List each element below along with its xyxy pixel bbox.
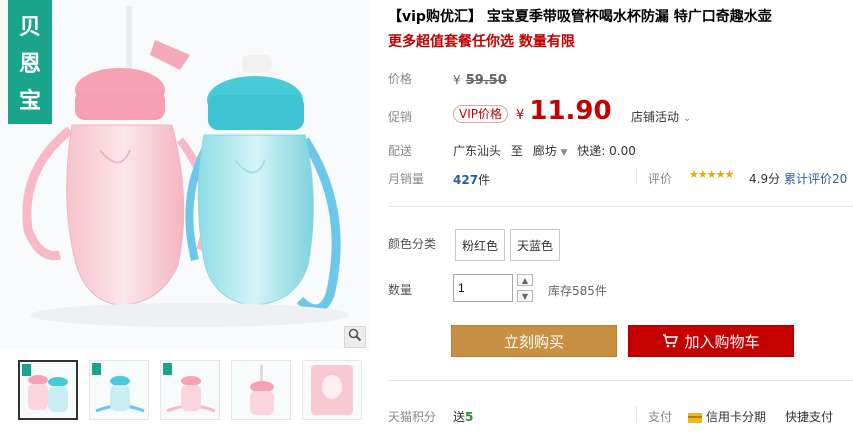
monthly-sales-count: 427 [453, 173, 479, 187]
quantity-input[interactable] [453, 274, 513, 302]
brand-char-2: 恩 [18, 51, 41, 77]
color-option-blue[interactable]: 天蓝色 [510, 229, 561, 261]
brand-char-3: 宝 [18, 89, 41, 115]
shipping-info: 广东汕头 至 廊坊 ▼ 快递: 0.00 [453, 142, 636, 159]
caret-down-icon: ▼ [560, 148, 568, 158]
currency-symbol: ¥ [453, 73, 461, 87]
promo-label: 促销 [388, 110, 413, 124]
original-price-value: 59.50 [465, 73, 507, 88]
ship-to-word: 至 [510, 144, 523, 158]
promo-currency-symbol: ¥ [516, 108, 525, 123]
quick-pay[interactable]: 快捷支付 [785, 408, 833, 425]
monthly-sales-label: 月销量 [388, 172, 425, 186]
rating-stars: ★★★★★ [689, 168, 734, 181]
cumulative-reviews-link[interactable]: 累计评价20 [784, 170, 847, 187]
monthly-sales-unit: 件 [478, 173, 491, 187]
store-activity-label: 店铺活动 [631, 110, 680, 124]
review-label: 评价 [648, 172, 673, 186]
shipping-fee-label: 快递: [577, 144, 606, 158]
zoom-button[interactable] [344, 326, 366, 348]
points-info: 送5 [453, 408, 473, 425]
product-title: 【vip购优汇】 宝宝夏季带吸管杯喝水杯防漏 特广口奇趣水壶 [388, 9, 772, 25]
thumbnail-4[interactable] [231, 360, 291, 420]
monthly-sales: 427件 [453, 169, 490, 188]
thumbnail-1[interactable] [18, 360, 78, 420]
color-option-pink[interactable]: 粉红色 [455, 229, 506, 261]
quantity-label: 数量 [388, 283, 413, 297]
credit-card-icon [688, 412, 702, 423]
points-prefix: 送 [453, 410, 466, 424]
shipping-label: 配送 [388, 144, 413, 158]
buy-now-button[interactable]: 立刻购买 [451, 325, 617, 357]
brand-badge: 贝 恩 宝 [8, 0, 52, 124]
magnifier-icon [348, 328, 362, 346]
arrow-up-icon: ▲ [521, 275, 529, 285]
rating-score: 4.9分 [749, 172, 781, 186]
add-to-cart-button[interactable]: 加入购物车 [628, 325, 794, 357]
ship-from: 广东汕头 [453, 144, 502, 158]
quantity-increase-button[interactable]: ▲ [517, 274, 533, 286]
thumbnail-strip [18, 360, 363, 422]
points-label: 天猫积分 [388, 410, 437, 424]
destination-value: 廊坊 [532, 144, 557, 158]
quantity-decrease-button[interactable]: ▼ [517, 290, 533, 302]
stock-info: 库存585件 [548, 284, 607, 298]
thumbnail-5[interactable] [302, 360, 362, 420]
arrow-down-icon: ▼ [521, 291, 529, 301]
vip-price-tag: VIP价格 [453, 105, 508, 123]
section-divider-top [388, 206, 853, 207]
cart-icon [662, 334, 679, 348]
buy-now-label: 立刻购买 [503, 332, 564, 351]
original-price: ¥ 59.50 [453, 69, 507, 88]
thumbnail-3[interactable] [160, 360, 220, 420]
product-subtitle: 更多超值套餐任你选 数量有限 [388, 34, 575, 50]
footer-divider [636, 406, 637, 422]
color-label: 颜色分类 [388, 237, 437, 251]
points-value: 5 [465, 410, 474, 424]
chevron-down-icon: ⌄ [682, 113, 692, 124]
sales-divider [636, 168, 637, 184]
credit-installment[interactable]: 信用卡分期 [688, 408, 766, 425]
destination-select[interactable]: 廊坊 ▼ [533, 144, 572, 158]
shipping-fee: 0.00 [609, 144, 636, 158]
main-product-image[interactable] [0, 0, 370, 350]
promo-price: ¥ 11.90 [516, 96, 612, 126]
product-photo [0, 0, 370, 350]
section-divider-bottom [388, 380, 853, 381]
brand-char-1: 贝 [18, 14, 41, 40]
store-activity-dropdown[interactable]: 店铺活动 ⌄ [631, 108, 691, 125]
thumbnail-2[interactable] [89, 360, 149, 420]
credit-installment-label: 信用卡分期 [706, 410, 767, 424]
price-label: 价格 [388, 72, 413, 86]
promo-price-value: 11.90 [529, 96, 612, 126]
payment-label: 支付 [648, 410, 673, 424]
add-to-cart-label: 加入购物车 [684, 332, 760, 351]
